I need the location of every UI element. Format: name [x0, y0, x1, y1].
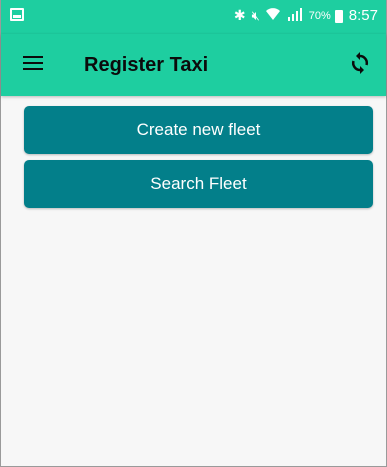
status-bar: ✱ 🔇︎ 70% 8:57 [1, 0, 386, 34]
notification-icon [10, 8, 24, 21]
mute-icon: 🔇︎ [251, 7, 260, 23]
create-new-fleet-button[interactable]: Create new fleet [24, 106, 373, 154]
search-fleet-button[interactable]: Search Fleet [24, 160, 373, 208]
hamburger-menu-icon[interactable] [23, 56, 43, 72]
status-icons: ✱ 🔇︎ 70% 8:57 [234, 7, 378, 24]
bluetooth-icon: ✱ [233, 7, 246, 23]
refresh-icon[interactable] [350, 52, 370, 74]
app-bar: Register Taxi [1, 34, 386, 96]
status-time: 8:57 [348, 7, 378, 24]
wifi-icon [265, 7, 281, 24]
page-title: Register Taxi [84, 54, 209, 76]
battery-icon [334, 10, 343, 23]
phone-screen: ✱ 🔇︎ 70% 8:57 Register Taxi Create new f… [0, 0, 387, 467]
signal-icon [287, 7, 303, 24]
battery-percent: 70% [308, 9, 331, 22]
